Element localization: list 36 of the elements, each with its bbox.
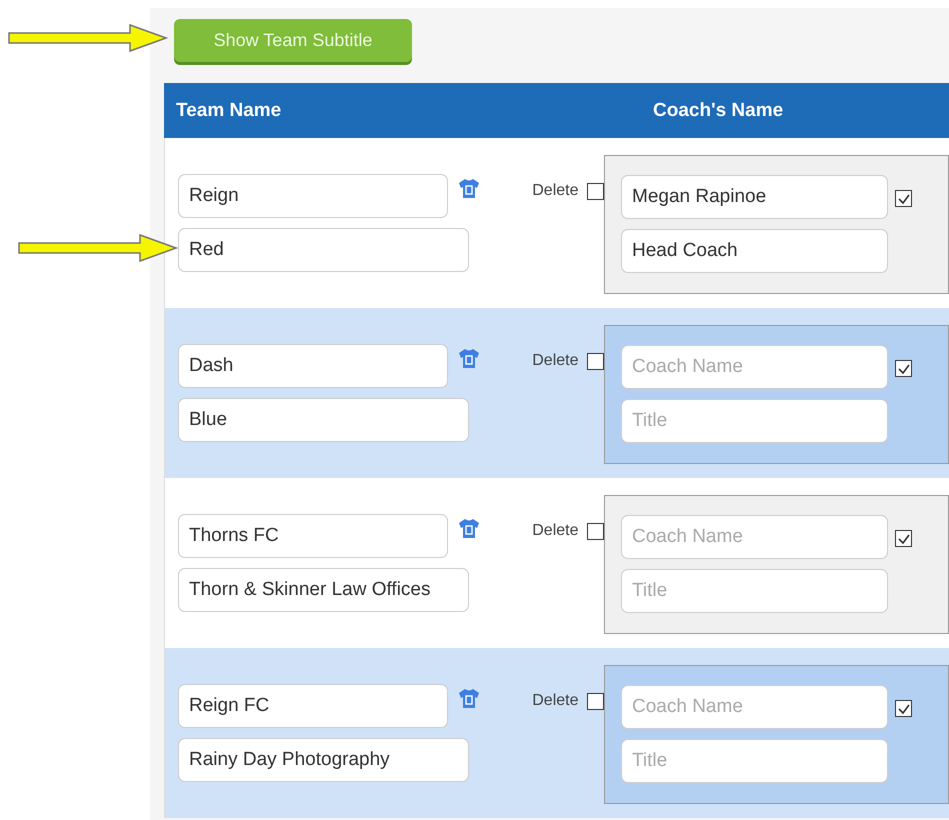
coach-checkbox[interactable] xyxy=(895,530,912,547)
team-subtitle-field[interactable]: Rainy Day Photography xyxy=(178,738,469,782)
team-name-field[interactable]: Dash xyxy=(178,344,448,388)
column-header: Team Name xyxy=(176,100,282,122)
jersey-icon[interactable] xyxy=(458,687,480,709)
jersey-icon[interactable] xyxy=(458,177,480,199)
coach-title-field[interactable]: Title xyxy=(621,569,888,613)
jersey-icon[interactable] xyxy=(458,347,480,369)
delete-label: Delete xyxy=(532,692,578,710)
team-subtitle-field[interactable]: Blue xyxy=(178,398,469,442)
column-header: Coach's Name xyxy=(653,100,784,122)
coach-checkbox[interactable] xyxy=(895,700,912,717)
delete-checkbox[interactable] xyxy=(586,692,604,710)
team-name-field[interactable]: Reign xyxy=(178,174,448,218)
coach-name-field[interactable]: Coach Name xyxy=(621,515,888,559)
delete-label: Delete xyxy=(532,352,578,370)
coach-name-field[interactable]: Megan Rapinoe xyxy=(621,175,888,219)
delete-label: Delete xyxy=(532,182,578,200)
coach-checkbox[interactable] xyxy=(895,190,912,207)
arrow-icon xyxy=(18,233,178,263)
coach-name-field[interactable]: Coach Name xyxy=(621,685,888,729)
delete-checkbox[interactable] xyxy=(586,352,604,370)
coach-title-field[interactable]: Title xyxy=(621,739,888,783)
team-name-field[interactable]: Thorns FC xyxy=(178,514,448,558)
delete-checkbox[interactable] xyxy=(586,182,604,200)
coach-title-field[interactable]: Head Coach xyxy=(621,229,888,273)
team-subtitle-field[interactable]: Thorn & Skinner Law Offices xyxy=(178,568,469,612)
delete-checkbox[interactable] xyxy=(586,522,604,540)
team-subtitle-field[interactable]: Red xyxy=(178,228,469,272)
team-name-field[interactable]: Reign FC xyxy=(178,684,448,728)
jersey-icon[interactable] xyxy=(458,517,480,539)
coach-checkbox[interactable] xyxy=(895,360,912,377)
arrow-icon xyxy=(8,23,168,53)
coach-name-field[interactable]: Coach Name xyxy=(621,345,888,389)
delete-label: Delete xyxy=(532,522,578,540)
coach-title-field[interactable]: Title xyxy=(621,399,888,443)
